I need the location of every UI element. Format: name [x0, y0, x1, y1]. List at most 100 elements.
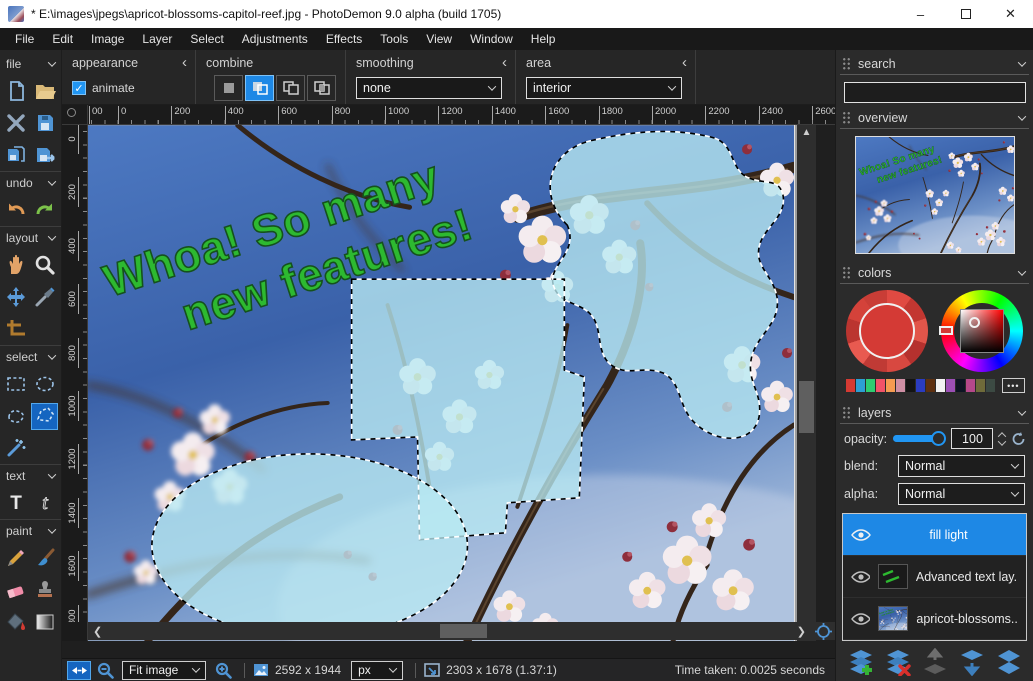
- layers-panel-header[interactable]: layers: [840, 402, 1029, 424]
- magic-wand-tool[interactable]: [3, 435, 30, 462]
- lasso-select-tool[interactable]: [3, 403, 30, 430]
- scroll-left-icon[interactable]: ❮: [88, 625, 107, 638]
- undo-button[interactable]: [3, 197, 30, 224]
- opacity-slider[interactable]: [893, 432, 945, 446]
- drag-grip-icon[interactable]: [842, 57, 851, 70]
- color-swatch[interactable]: [946, 379, 955, 392]
- minimize-button[interactable]: –: [898, 0, 943, 28]
- combine-add-button[interactable]: [245, 75, 274, 101]
- select-group-header[interactable]: select: [0, 345, 61, 368]
- save-button[interactable]: [31, 110, 58, 137]
- vertical-scrollbar[interactable]: ▲ ▼: [797, 125, 816, 641]
- eraser-tool[interactable]: [3, 577, 30, 604]
- scroll-up-icon[interactable]: ▲: [802, 125, 812, 141]
- hue-wheel[interactable]: [941, 290, 1023, 372]
- hue-cursor[interactable]: [939, 326, 953, 335]
- alpha-mode-dropdown[interactable]: Normal: [898, 483, 1025, 505]
- area-dropdown[interactable]: interior: [526, 77, 682, 99]
- opacity-value-input[interactable]: [951, 428, 993, 449]
- color-swatch[interactable]: [876, 379, 885, 392]
- more-swatches-button[interactable]: •••: [1002, 378, 1026, 393]
- redo-button[interactable]: [31, 197, 58, 224]
- menu-view[interactable]: View: [417, 28, 461, 50]
- center-canvas-icon[interactable]: [815, 623, 832, 640]
- pencil-tool[interactable]: [3, 545, 30, 572]
- move-tool[interactable]: [3, 284, 30, 311]
- colors-panel-header[interactable]: colors: [840, 262, 1029, 284]
- zoom-out-button[interactable]: [93, 661, 117, 680]
- new-image-button[interactable]: [3, 78, 30, 105]
- current-color-swatch[interactable]: [859, 303, 915, 359]
- layer-row-advanced-text[interactable]: Advanced text lay...: [843, 556, 1026, 598]
- overview-panel-header[interactable]: overview: [840, 107, 1029, 129]
- ellipse-select-tool[interactable]: [31, 371, 58, 398]
- menu-tools[interactable]: Tools: [371, 28, 417, 50]
- blend-mode-dropdown[interactable]: Normal: [898, 455, 1025, 477]
- text-group-header[interactable]: text: [0, 464, 61, 487]
- crop-tool[interactable]: [3, 316, 30, 343]
- save-copy-button[interactable]: [3, 142, 30, 169]
- move-layer-up-button[interactable]: [919, 647, 951, 677]
- search-panel-header[interactable]: search: [840, 53, 1029, 75]
- save-as-button[interactable]: [31, 142, 58, 169]
- reset-opacity-icon[interactable]: [1011, 431, 1025, 446]
- add-layer-button[interactable]: [845, 647, 877, 677]
- layer-visibility-icon[interactable]: [851, 528, 871, 542]
- color-picker-tool[interactable]: [31, 284, 58, 311]
- horizontal-scroll-thumb[interactable]: [440, 624, 487, 638]
- advanced-text-tool[interactable]: t: [31, 490, 58, 517]
- hand-tool[interactable]: [3, 252, 30, 279]
- collapse-smoothing-button[interactable]: ‹: [482, 56, 507, 70]
- sv-cursor[interactable]: [969, 317, 980, 328]
- text-tool[interactable]: T: [3, 490, 30, 517]
- color-swatch[interactable]: [976, 379, 985, 392]
- menu-help[interactable]: Help: [522, 28, 565, 50]
- canvas-viewport[interactable]: ▲ ▼: [88, 125, 816, 641]
- layer-row-apricot-blossoms[interactable]: apricot-blossoms...: [843, 598, 1026, 640]
- paintbrush-tool[interactable]: [31, 545, 58, 572]
- layer-visibility-icon[interactable]: [851, 570, 870, 584]
- color-swatch[interactable]: [846, 379, 855, 392]
- delete-layer-button[interactable]: [882, 647, 914, 677]
- menu-layer[interactable]: Layer: [133, 28, 181, 50]
- menu-file[interactable]: File: [6, 28, 43, 50]
- combine-intersect-button[interactable]: [307, 75, 336, 101]
- color-swatch[interactable]: [966, 379, 975, 392]
- overview-thumbnail[interactable]: [855, 136, 1015, 254]
- undo-group-header[interactable]: undo: [0, 171, 61, 194]
- merge-layers-button[interactable]: [993, 647, 1025, 677]
- gradient-tool[interactable]: [31, 609, 58, 636]
- fit-canvas-button[interactable]: [67, 661, 91, 680]
- polygon-select-tool[interactable]: [31, 403, 58, 430]
- horizontal-scrollbar[interactable]: ❮ ❯: [62, 622, 835, 640]
- vertical-scroll-thumb[interactable]: [799, 381, 814, 433]
- maximize-button[interactable]: [943, 0, 988, 28]
- color-swatch[interactable]: [926, 379, 935, 392]
- layout-group-header[interactable]: layout: [0, 226, 61, 249]
- color-history-wheel[interactable]: [846, 290, 928, 372]
- rect-select-tool[interactable]: [3, 371, 30, 398]
- color-swatch[interactable]: [986, 379, 995, 392]
- color-swatch[interactable]: [896, 379, 905, 392]
- zoom-tool[interactable]: [31, 252, 58, 279]
- file-group-header[interactable]: file: [0, 52, 61, 75]
- drag-grip-icon[interactable]: [842, 111, 851, 124]
- close-image-button[interactable]: [3, 110, 30, 137]
- fill-tool[interactable]: [3, 609, 30, 636]
- menu-edit[interactable]: Edit: [43, 28, 82, 50]
- color-swatch[interactable]: [856, 379, 865, 392]
- color-swatch[interactable]: [956, 379, 965, 392]
- color-swatch[interactable]: [886, 379, 895, 392]
- clone-stamp-tool[interactable]: [31, 577, 58, 604]
- drag-grip-icon[interactable]: [842, 266, 851, 279]
- layer-row-fill-light[interactable]: fill light: [843, 514, 1026, 556]
- layer-visibility-icon[interactable]: [851, 612, 870, 626]
- saturation-value-square[interactable]: [960, 309, 1004, 353]
- smoothing-dropdown[interactable]: none: [356, 77, 502, 99]
- search-input[interactable]: [844, 82, 1026, 103]
- drag-grip-icon[interactable]: [842, 406, 851, 419]
- color-swatch[interactable]: [906, 379, 915, 392]
- paint-group-header[interactable]: paint: [0, 519, 61, 542]
- collapse-area-button[interactable]: ‹: [662, 56, 687, 70]
- zoom-in-button[interactable]: [211, 661, 235, 680]
